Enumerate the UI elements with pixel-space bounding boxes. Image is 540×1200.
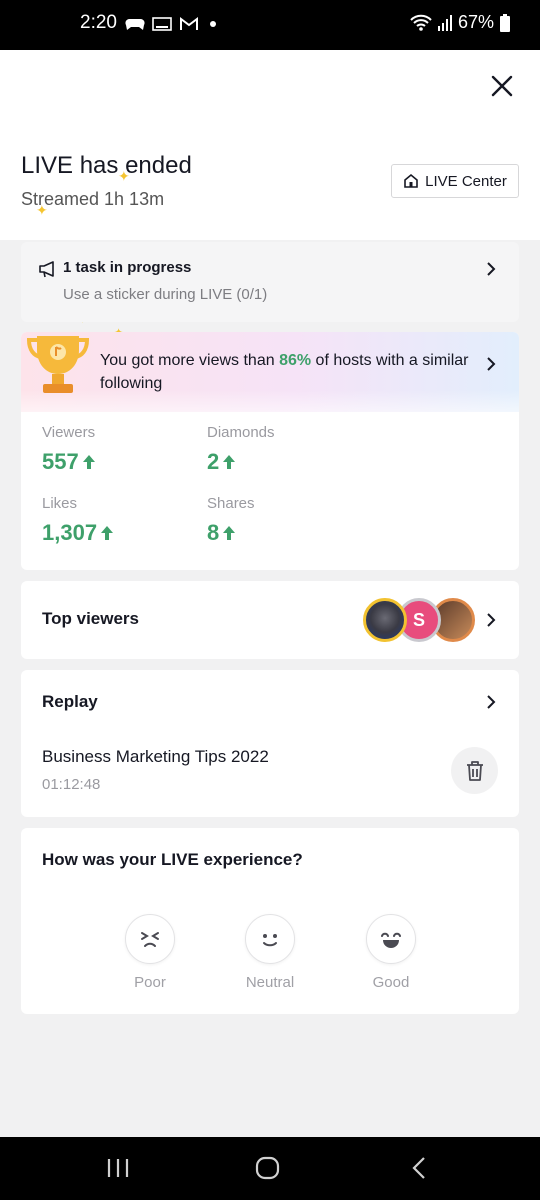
wifi-icon <box>410 14 432 31</box>
gmail-icon <box>180 17 198 30</box>
top-viewers-title: Top viewers <box>42 609 139 628</box>
replay-card: Replay Business Marketing Tips 2022 01:1… <box>21 670 519 817</box>
up-arrow-icon <box>223 455 236 469</box>
keyboard-icon <box>152 17 172 31</box>
experience-question: How was your LIVE experience? <box>42 850 303 869</box>
banner-text: You got more views than 86% of hosts wit… <box>100 352 469 392</box>
megaphone-icon <box>39 261 54 278</box>
trophy-icon <box>26 336 90 393</box>
status-time: 2:20 <box>80 12 117 33</box>
poor-face-icon <box>141 932 159 947</box>
recent-apps-icon[interactable] <box>103 1155 133 1181</box>
stat-likes: Likes 1,307 <box>42 495 114 546</box>
battery-percent: 67% <box>457 12 494 32</box>
neutral-face-icon <box>263 934 277 947</box>
game-controller-icon <box>125 19 145 30</box>
home-button-icon[interactable] <box>253 1155 283 1181</box>
rating-good[interactable]: Good <box>351 914 431 991</box>
up-arrow-icon <box>223 526 236 540</box>
system-nav-bar <box>0 1137 540 1200</box>
sparkle-icon: ✦ <box>118 168 130 184</box>
replay-name[interactable]: Business Marketing Tips 2022 <box>42 747 269 767</box>
signal-icon <box>437 14 452 31</box>
up-arrow-icon <box>101 526 114 540</box>
avatar <box>363 598 407 642</box>
replay-duration: 01:12:48 <box>42 776 101 793</box>
sparkle-icon: ✦ <box>36 202 48 218</box>
percentile-value: 86% <box>279 352 312 369</box>
trash-icon <box>466 760 483 781</box>
home-icon <box>404 173 418 188</box>
task-subtitle: Use a sticker during LIVE (0/1) <box>63 286 268 303</box>
chevron-right-icon[interactable] <box>484 695 498 709</box>
experience-card: How was your LIVE experience? Poor Neutr… <box>21 828 519 1014</box>
replay-title[interactable]: Replay <box>42 692 98 712</box>
task-card[interactable]: 1 task in progress Use a sticker during … <box>21 242 519 322</box>
notification-dot <box>210 21 216 27</box>
top-viewers-card[interactable]: Top viewers S <box>21 581 519 659</box>
stats-card: You got more views than 86% of hosts wit… <box>21 332 519 570</box>
good-face-icon <box>381 932 401 948</box>
rating-neutral[interactable]: Neutral <box>230 914 310 991</box>
delete-replay-button[interactable] <box>451 747 498 794</box>
header-area <box>0 50 540 240</box>
stat-shares: Shares 8 <box>207 495 255 545</box>
chevron-right-icon <box>487 262 496 276</box>
up-arrow-icon <box>82 455 95 469</box>
stat-diamonds: Diamonds 2 <box>207 424 275 474</box>
page-title: LIVE has ended <box>21 152 192 179</box>
rating-poor[interactable]: Poor <box>110 914 190 991</box>
back-icon[interactable] <box>405 1155 435 1181</box>
close-icon[interactable] <box>490 74 514 98</box>
chevron-right-icon <box>487 613 496 627</box>
stat-viewers: Viewers 557 <box>42 424 96 474</box>
chevron-right-icon <box>487 357 496 371</box>
battery-icon <box>500 13 510 32</box>
task-title: 1 task in progress <box>63 259 192 276</box>
live-center-label: LIVE Center <box>425 172 507 190</box>
status-bar: 2:20 67% <box>0 0 540 50</box>
live-center-button[interactable]: LIVE Center <box>391 164 519 198</box>
top-viewers-avatars: S <box>363 598 475 642</box>
